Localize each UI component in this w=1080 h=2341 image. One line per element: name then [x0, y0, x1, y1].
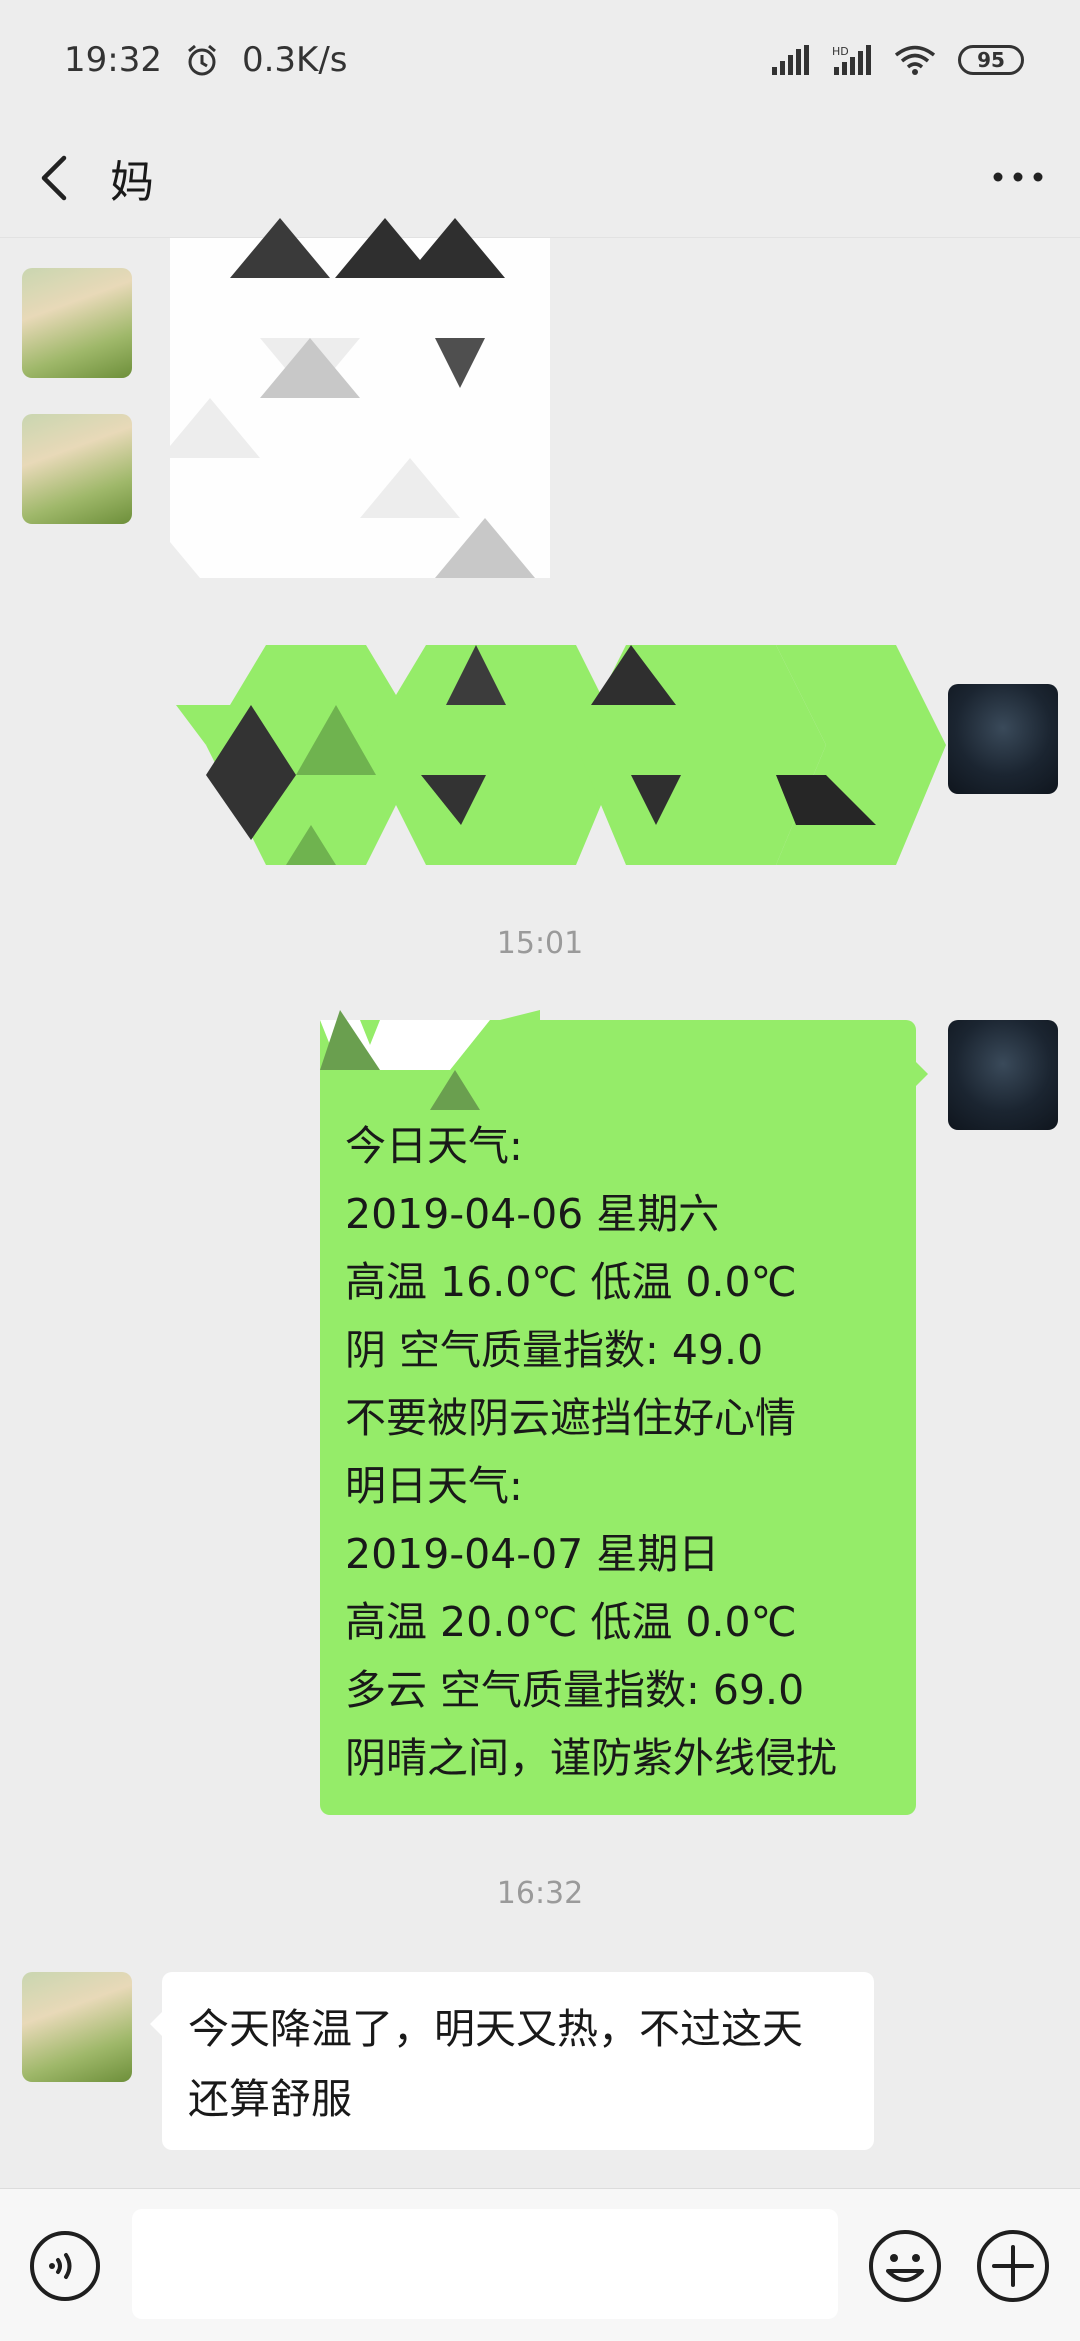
- alarm-icon: [188, 44, 216, 76]
- svg-text:HD: HD: [832, 45, 849, 58]
- weather-line: 高温 20.0℃ 低温 0.0℃: [345, 1598, 797, 1646]
- weather-message-text: 今日天气: 2019-04-06 星期六 高温 16.0℃ 低温 0.0℃ 阴 …: [345, 1112, 905, 1792]
- weather-line: 2019-04-06 星期六: [345, 1190, 720, 1238]
- chat-input-bar: [0, 2188, 1080, 2341]
- weather-line: 阴 空气质量指数: 49.0: [345, 1326, 764, 1374]
- avatar-contact[interactable]: [22, 268, 132, 378]
- avatar-contact[interactable]: [22, 414, 132, 524]
- voice-icon[interactable]: [28, 2229, 102, 2303]
- chat-title: 妈: [110, 157, 154, 208]
- status-bar: 19:32 0.3K/s HD 95: [0, 0, 1080, 120]
- obscured-message-image: [150, 218, 550, 578]
- timestamp: 16:32: [496, 1876, 584, 1911]
- avatar-self[interactable]: [948, 684, 1058, 794]
- obscured-message-header: [320, 1010, 540, 1110]
- reply-line: 还算舒服: [188, 2075, 352, 2123]
- hd-signal-icon: HD: [832, 45, 871, 75]
- obscured-message-image: [176, 645, 946, 865]
- more-icon[interactable]: [990, 162, 1046, 192]
- weather-line: 多云 空气质量指数: 69.0: [345, 1666, 805, 1714]
- cell-signal-icon: [772, 45, 809, 75]
- network-speed: 0.3K/s: [241, 40, 348, 80]
- emoji-icon[interactable]: [866, 2227, 944, 2305]
- avatar-contact[interactable]: [22, 1972, 132, 2082]
- weather-line: 不要被阴云遮挡住好心情: [345, 1394, 796, 1442]
- status-time: 19:32: [64, 40, 162, 80]
- weather-line: 2019-04-07 星期日: [345, 1530, 720, 1578]
- bubble-tail: [914, 1060, 928, 1088]
- weather-line: 明日天气:: [345, 1462, 523, 1510]
- weather-line: 阴晴之间，谨防紫外线侵扰: [345, 1734, 837, 1782]
- plus-icon[interactable]: [974, 2227, 1052, 2305]
- message-input[interactable]: [132, 2209, 838, 2319]
- weather-line: 今日天气:: [345, 1122, 523, 1170]
- status-right: HD 95: [770, 44, 1024, 76]
- status-left: 19:32 0.3K/s: [64, 40, 348, 80]
- reply-message-bubble[interactable]: 今天降温了，明天又热，不过这天 还算舒服: [162, 1972, 874, 2150]
- battery-icon: 95: [958, 45, 1024, 75]
- weather-line: 高温 16.0℃ 低温 0.0℃: [345, 1258, 797, 1306]
- timestamp: 15:01: [496, 926, 584, 961]
- back-arrow-icon[interactable]: [34, 148, 74, 208]
- avatar-self[interactable]: [948, 1020, 1058, 1130]
- reply-line: 今天降温了，明天又热，不过这天: [188, 2005, 803, 2053]
- wifi-icon: [894, 45, 936, 75]
